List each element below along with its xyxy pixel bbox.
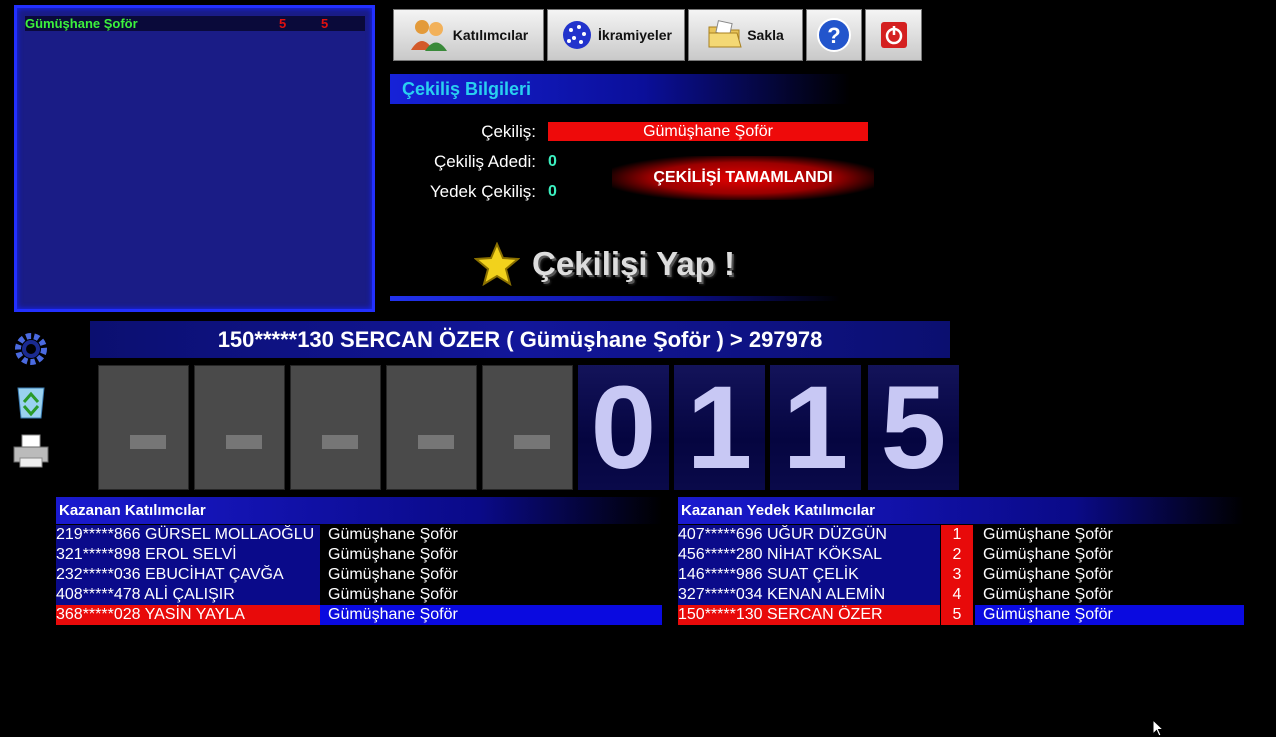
backup-count-label: Yedek Çekiliş: <box>429 182 536 201</box>
digit-tile-7: 1 <box>674 362 765 494</box>
backup-rank: 5 <box>941 605 973 625</box>
users-icon <box>410 20 447 51</box>
draw-completed-badge: ÇEKİLİŞİ TAMAMLANDI <box>612 156 874 200</box>
digit-placeholder <box>226 435 262 449</box>
prizes-label: İkramiyeler <box>598 27 672 43</box>
backup-rank: 4 <box>941 585 973 605</box>
backup-draw: Gümüşhane Şoför <box>975 605 1244 625</box>
draw-list-item-total: 5 <box>321 16 329 31</box>
svg-text:?: ? <box>827 23 840 48</box>
power-icon <box>880 22 907 48</box>
digit-tile-3 <box>290 365 381 490</box>
exit-button[interactable] <box>865 9 922 61</box>
digit-tile-9: 5 <box>868 362 959 494</box>
mouse-cursor-icon <box>1152 719 1165 737</box>
draw-info-footer <box>390 296 840 301</box>
recycle-button[interactable] <box>12 382 50 420</box>
digit-tile-2 <box>194 365 285 490</box>
winner-participant: 232*****036 EBUCİHAT ÇAVĞA <box>56 565 320 585</box>
backup-draw: Gümüşhane Şoför <box>975 585 1244 605</box>
settings-button[interactable] <box>12 330 50 368</box>
backup-draw: Gümüşhane Şoför <box>975 565 1244 585</box>
participants-button[interactable]: Katılımcılar <box>393 9 544 61</box>
draw-list-panel[interactable]: Gümüşhane Şoför 5 5 <box>14 5 375 312</box>
prizes-button[interactable]: İkramiyeler <box>547 9 685 61</box>
winner-draw: Gümüşhane Şoför <box>320 585 662 605</box>
backup-draw: Gümüşhane Şoför <box>975 525 1244 545</box>
backup-rank: 3 <box>941 565 973 585</box>
participants-label: Katılımcılar <box>452 27 529 43</box>
backup-participant: 456*****280 NİHAT KÖKSAL <box>678 545 940 565</box>
draw-count-value: 0 <box>548 153 557 170</box>
draw-count-label: Çekiliş Adedi: <box>433 152 536 171</box>
draw-label: Çekiliş: <box>481 122 536 141</box>
printer-icon <box>13 434 49 468</box>
make-draw-label: Çekilişi Yap ! <box>532 245 735 282</box>
gear-icon <box>15 333 47 365</box>
digit-tile-6: 0 <box>578 362 669 494</box>
draw-list-item-name: Gümüşhane Şoför <box>25 16 138 31</box>
digit-tile-1 <box>98 365 189 490</box>
digit-placeholder <box>322 435 358 449</box>
star-icon <box>474 242 520 286</box>
digit-placeholder <box>514 435 550 449</box>
backup-winners-table-header: Kazanan Yedek Katılımcılar <box>678 497 1244 524</box>
winner-participant: 368*****028 YASİN YAYLA <box>56 605 320 625</box>
digit-placeholder <box>418 435 454 449</box>
globe-icon <box>563 21 592 49</box>
draw-info-header: Çekiliş Bilgileri <box>390 74 850 104</box>
digit-placeholder <box>130 435 166 449</box>
help-button[interactable]: ? <box>806 9 862 61</box>
backup-rank: 1 <box>941 525 973 545</box>
recycle-bin-icon <box>17 387 45 419</box>
winner-draw: Gümüşhane Şoför <box>320 565 662 585</box>
digit-tile-4 <box>386 365 477 490</box>
winner-banner: 150*****130 SERCAN ÖZER ( Gümüşhane Şofö… <box>90 321 950 358</box>
draw-list-item[interactable]: Gümüşhane Şoför 5 5 <box>25 16 365 31</box>
winner-draw: Gümüşhane Şoför <box>320 525 662 545</box>
backup-participant: 407*****696 UĞUR DÜZGÜN <box>678 525 940 545</box>
folder-icon <box>708 20 742 48</box>
backup-count-value: 0 <box>548 183 557 200</box>
winner-participant: 321*****898 EROL SELVİ <box>56 545 320 565</box>
winner-participant: 219*****866 GÜRSEL MOLLAOĞLU <box>56 525 320 545</box>
draw-list-item-count: 5 <box>279 16 287 31</box>
backup-participant: 150*****130 SERCAN ÖZER <box>678 605 940 625</box>
question-icon: ? <box>817 18 851 52</box>
save-button[interactable]: Sakla <box>688 9 803 61</box>
winner-draw: Gümüşhane Şoför <box>320 545 662 565</box>
draw-name-value: Gümüşhane Şoför <box>548 122 868 141</box>
winners-table-header: Kazanan Katılımcılar <box>56 497 662 524</box>
make-draw-button[interactable]: Çekilişi Yap ! <box>474 238 764 290</box>
backup-draw: Gümüşhane Şoför <box>975 545 1244 565</box>
backup-participant: 146*****986 SUAT ÇELİK <box>678 565 940 585</box>
save-label: Sakla <box>747 27 784 43</box>
winner-draw: Gümüşhane Şoför <box>320 605 662 625</box>
backup-participant: 327*****034 KENAN ALEMİN <box>678 585 940 605</box>
backup-rank: 2 <box>941 545 973 565</box>
print-button[interactable] <box>12 432 50 470</box>
digit-tile-8: 1 <box>770 362 861 494</box>
winner-participant: 408*****478 ALİ ÇALIŞIR <box>56 585 320 605</box>
digit-tile-5 <box>482 365 573 490</box>
